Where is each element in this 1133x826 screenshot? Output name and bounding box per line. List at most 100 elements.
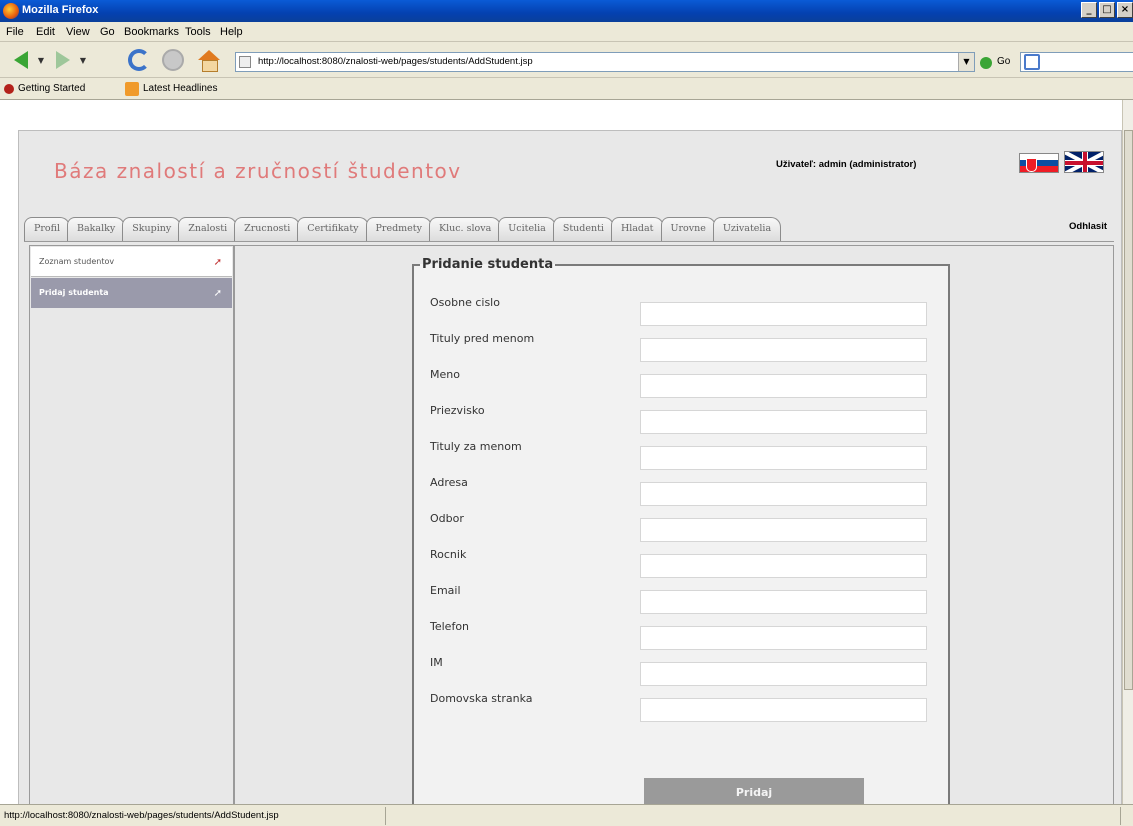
home-button[interactable] <box>196 48 222 72</box>
sidebar-item-add-student[interactable]: Pridaj studenta ➚ <box>31 278 232 308</box>
search-input[interactable] <box>1020 52 1133 72</box>
back-arrow-icon <box>14 51 28 69</box>
back-dropdown-icon[interactable]: ▼ <box>36 48 46 72</box>
odbor-input[interactable] <box>640 518 927 542</box>
bookmark-getting-started[interactable]: Getting Started <box>18 83 85 94</box>
scrollbar-thumb[interactable] <box>1124 130 1133 690</box>
reload-button[interactable] <box>126 48 152 72</box>
tab-kluc-slova[interactable]: Kluc. slova <box>428 217 502 241</box>
tab-profil[interactable]: Profil <box>24 217 71 241</box>
tab-zrucnosti[interactable]: Zrucnosti <box>234 217 301 241</box>
tab-studenti[interactable]: Studenti <box>552 217 614 241</box>
search-engine-icon[interactable] <box>1024 54 1040 70</box>
field-label: Domovska stranka <box>430 692 533 705</box>
tab-uzivatelia[interactable]: Uzivatelia <box>712 217 782 241</box>
home-icon <box>198 50 220 72</box>
vertical-scrollbar[interactable] <box>1122 100 1133 804</box>
go-icon[interactable] <box>980 57 992 69</box>
osobne-cislo-input[interactable] <box>640 302 927 326</box>
user-info: Uživateľ: admin (administrator) <box>776 159 917 170</box>
uk-flag-icon[interactable] <box>1064 151 1104 173</box>
domovska-stranka-input[interactable] <box>640 698 927 722</box>
app-container: Báza znalostí a zručností študentov Uživ… <box>18 130 1122 804</box>
form-row-im: IM <box>430 654 930 686</box>
rocnik-input[interactable] <box>640 554 927 578</box>
sidebar-item-student-list[interactable]: Zoznam studentov ➚ <box>31 247 232 277</box>
slovak-flag-icon[interactable] <box>1019 153 1059 173</box>
tab-predmety[interactable]: Predmety <box>365 217 432 241</box>
page-icon <box>239 56 251 68</box>
form-row-meno: Meno <box>430 366 930 398</box>
form-row-email: Email <box>430 582 930 614</box>
menu-view[interactable]: View <box>66 26 90 38</box>
forward-dropdown-icon[interactable]: ▼ <box>78 48 88 72</box>
bookmarks-toolbar: Getting Started Latest Headlines <box>0 78 1133 100</box>
form-row-tituly-pred: Tituly pred menom <box>430 330 930 362</box>
stop-icon <box>162 49 184 71</box>
url-dropdown-icon[interactable]: ▼ <box>958 53 974 71</box>
status-bar: http://localhost:8080/znalosti-web/pages… <box>0 804 1133 826</box>
field-label: Osobne cislo <box>430 296 500 309</box>
tab-certifikaty[interactable]: Certifikaty <box>297 217 369 241</box>
stop-button[interactable] <box>160 48 186 72</box>
im-input[interactable] <box>640 662 927 686</box>
field-label: Tituly za menom <box>430 440 522 453</box>
form-row-adresa: Adresa <box>430 474 930 506</box>
menu-tools[interactable]: Tools <box>185 26 211 38</box>
priezvisko-input[interactable] <box>640 410 927 434</box>
tab-divider <box>24 241 1114 242</box>
telefon-input[interactable] <box>640 626 927 650</box>
firefox-icon <box>3 3 19 19</box>
add-student-submit-button[interactable]: Pridaj <box>644 778 864 804</box>
close-button[interactable]: × <box>1117 2 1133 18</box>
sidebar-item-label: Zoznam studentov <box>39 257 115 266</box>
form-row-osobne-cislo: Osobne cislo <box>430 294 930 326</box>
url-text[interactable]: http://localhost:8080/znalosti-web/pages… <box>258 56 533 67</box>
field-label: Tituly pred menom <box>430 332 535 345</box>
email-input[interactable] <box>640 590 927 614</box>
bookmark-latest-headlines[interactable]: Latest Headlines <box>143 83 218 94</box>
page-content: Báza znalostí a zručností študentov Uživ… <box>0 100 1122 804</box>
go-button[interactable]: Go <box>997 56 1010 67</box>
window-titlebar: Mozilla Firefox _ □ × <box>0 0 1133 22</box>
url-bar[interactable]: http://localhost:8080/znalosti-web/pages… <box>235 52 975 72</box>
logout-link[interactable]: Odhlasit <box>1069 221 1107 232</box>
field-label: Adresa <box>430 476 468 489</box>
minimize-button[interactable]: _ <box>1081 2 1097 18</box>
tab-znalosti[interactable]: Znalosti <box>178 217 238 241</box>
maximize-button[interactable]: □ <box>1099 2 1115 18</box>
tab-hladat[interactable]: Hladat <box>610 217 664 241</box>
status-divider <box>385 807 386 825</box>
menu-file[interactable]: File <box>6 26 24 38</box>
form-row-telefon: Telefon <box>430 618 930 650</box>
field-label: Meno <box>430 368 460 381</box>
menu-edit[interactable]: Edit <box>36 26 55 38</box>
reload-icon <box>128 49 150 71</box>
add-student-form: Pridanie studenta Osobne cislo Tituly pr… <box>412 257 950 804</box>
menu-go[interactable]: Go <box>100 26 115 38</box>
back-button[interactable] <box>8 48 34 72</box>
menu-bookmarks[interactable]: Bookmarks <box>124 26 179 38</box>
field-label: Priezvisko <box>430 404 485 417</box>
tab-urovne[interactable]: Urovne <box>660 217 716 241</box>
form-row-rocnik: Rocnik <box>430 546 930 578</box>
arrow-icon: ➚ <box>213 257 222 268</box>
tab-skupiny[interactable]: Skupiny <box>122 217 182 241</box>
tab-bakalky[interactable]: Bakalky <box>67 217 126 241</box>
forward-button[interactable] <box>50 48 76 72</box>
tituly-za-input[interactable] <box>640 446 927 470</box>
navigation-toolbar: ▼ ▼ http://localhost:8080/znalosti-web/p… <box>0 42 1133 78</box>
meno-input[interactable] <box>640 374 927 398</box>
form-row-odbor: Odbor <box>430 510 930 542</box>
tituly-pred-input[interactable] <box>640 338 927 362</box>
rss-icon <box>125 82 139 96</box>
field-label: Telefon <box>430 620 470 633</box>
status-divider <box>1120 807 1121 825</box>
form-row-domovska-stranka: Domovska stranka <box>430 690 930 722</box>
arrow-icon: ➚ <box>213 288 222 299</box>
field-label: Rocnik <box>430 548 467 561</box>
adresa-input[interactable] <box>640 482 927 506</box>
menu-help[interactable]: Help <box>220 26 243 38</box>
field-label: Email <box>430 584 461 597</box>
tab-ucitelia[interactable]: Ucitelia <box>498 217 556 241</box>
